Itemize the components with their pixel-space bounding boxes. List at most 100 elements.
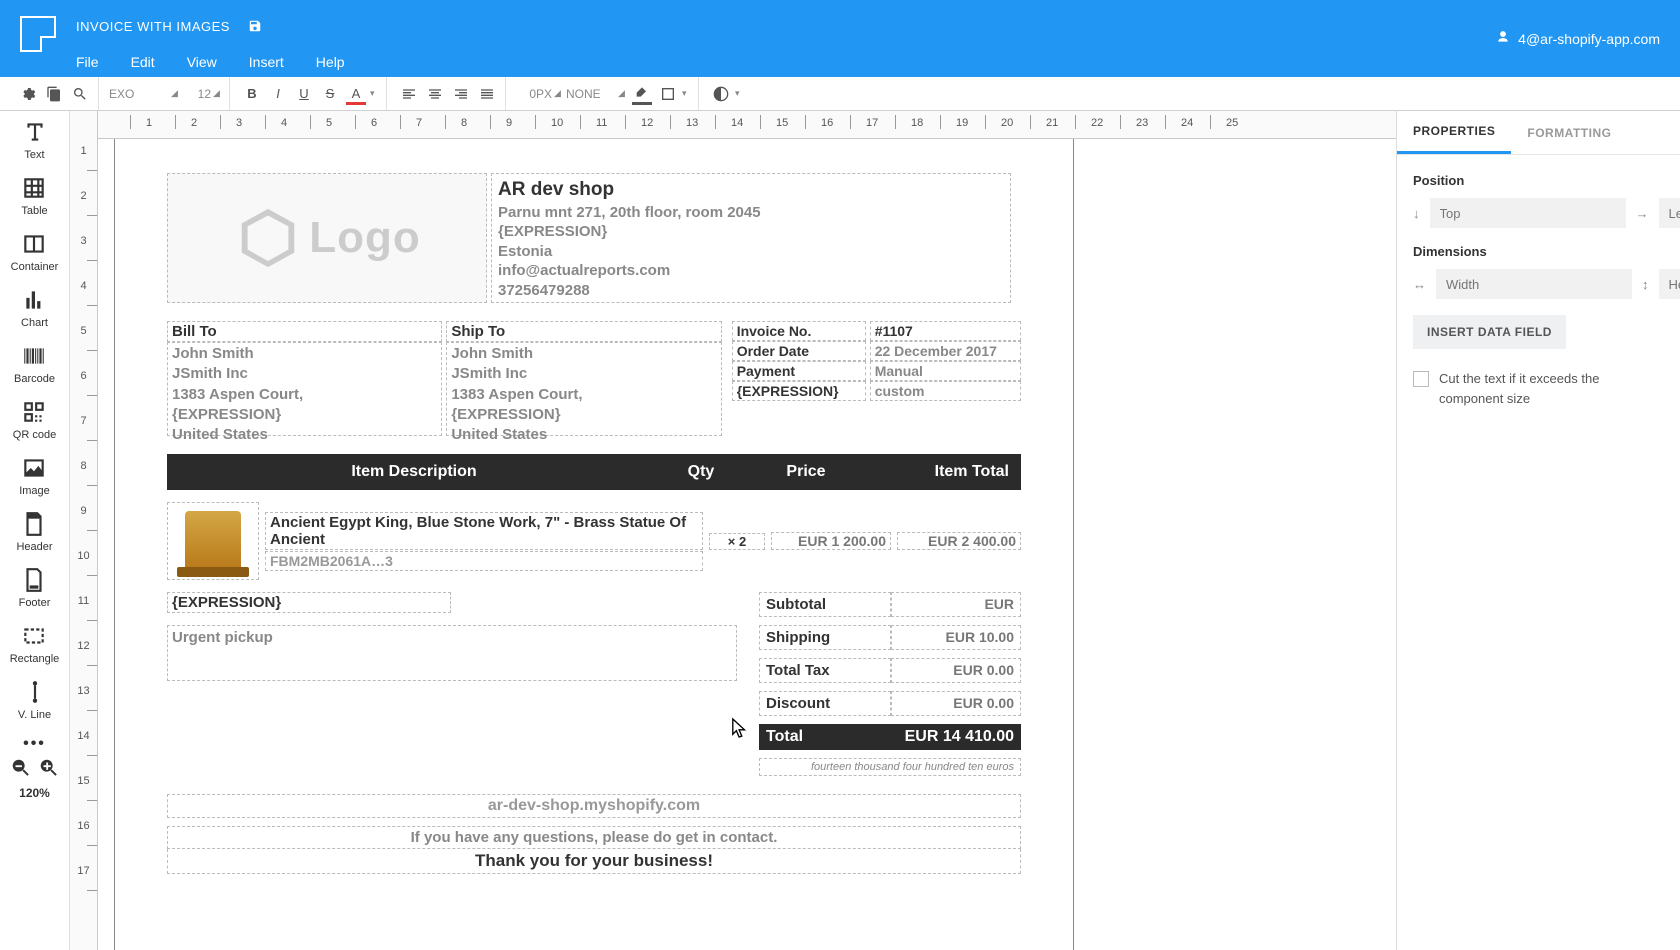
preview-icon[interactable]: [68, 82, 92, 106]
format-toolbar: ◢ ◢ B I U S A ▾ ◢ ◢ ▾ ▾: [0, 77, 1680, 111]
caret-icon: ▾: [370, 88, 380, 99]
footer-question[interactable]: If you have any questions, please do get…: [167, 826, 1021, 849]
zoom-out-button[interactable]: [10, 757, 32, 782]
tool-container[interactable]: Container: [11, 231, 59, 273]
order-date-value[interactable]: 22 December 2017: [870, 341, 1021, 361]
invoice-no-value[interactable]: #1107: [870, 321, 1021, 341]
caret-icon: ◢: [554, 88, 564, 99]
bold-button[interactable]: B: [240, 82, 264, 106]
subtotal-row[interactable]: SubtotalEUR: [759, 592, 1021, 617]
font-family-input[interactable]: [109, 87, 169, 101]
shipping-row[interactable]: ShippingEUR 10.00: [759, 625, 1021, 650]
ship-to-label[interactable]: Ship To: [446, 321, 721, 342]
zoom-level: 120%: [19, 786, 50, 800]
item-qty[interactable]: × 2: [709, 533, 765, 550]
notes-box[interactable]: Urgent pickup: [167, 625, 737, 681]
tool-header[interactable]: Header: [16, 511, 52, 553]
item-image[interactable]: [167, 502, 259, 580]
dimensions-heading: Dimensions: [1413, 244, 1664, 259]
total-in-words[interactable]: fourteen thousand four hundred ten euros: [759, 758, 1021, 776]
bill-to-label[interactable]: Bill To: [167, 321, 442, 342]
discount-row[interactable]: DiscountEUR 0.00: [759, 691, 1021, 716]
border-style-input[interactable]: [566, 87, 616, 101]
menu-insert[interactable]: Insert: [249, 54, 284, 70]
height-input[interactable]: [1659, 269, 1680, 299]
item-row[interactable]: Ancient Egypt King, Blue Stone Work, 7" …: [167, 502, 1021, 580]
fill-color-button[interactable]: [630, 82, 654, 106]
caret-icon: ▾: [682, 88, 692, 99]
italic-button[interactable]: I: [266, 82, 290, 106]
document-page[interactable]: Logo AR dev shop Parnu mnt 271, 20th flo…: [114, 139, 1074, 950]
font-size-input[interactable]: [183, 87, 211, 101]
items-table-header[interactable]: Item Description Qty Price Item Total: [167, 454, 1021, 490]
top-input[interactable]: [1430, 198, 1626, 228]
logo-placeholder[interactable]: Logo: [167, 173, 487, 303]
expr-value[interactable]: custom: [870, 381, 1021, 401]
tool-chart[interactable]: Chart: [21, 287, 48, 329]
invoice-no-label[interactable]: Invoice No.: [732, 321, 866, 341]
copy-icon[interactable]: [42, 82, 66, 106]
bill-to-address[interactable]: John Smith JSmith Inc 1383 Aspen Court, …: [167, 342, 442, 436]
app-header: INVOICE WITH IMAGES File Edit View Inser…: [0, 0, 1680, 77]
item-price[interactable]: EUR 1 200.00: [771, 532, 891, 550]
app-logo-icon: [20, 16, 56, 52]
expr-label[interactable]: {EXPRESSION}: [732, 381, 866, 401]
arrow-right-icon: →: [1636, 206, 1649, 221]
grand-total-row[interactable]: TotalEUR 14 410.00: [759, 724, 1021, 750]
order-date-label[interactable]: Order Date: [732, 341, 866, 361]
item-total[interactable]: EUR 2 400.00: [897, 532, 1021, 550]
canvas-scroll[interactable]: Logo AR dev shop Parnu mnt 271, 20th flo…: [98, 139, 1396, 950]
tool-vline[interactable]: V. Line: [18, 679, 51, 721]
tool-table[interactable]: Table: [21, 175, 47, 217]
tool-text[interactable]: Text: [22, 119, 48, 161]
cut-text-label: Cut the text if it exceeds the component…: [1439, 369, 1664, 408]
menu-edit[interactable]: Edit: [131, 54, 155, 70]
menu-view[interactable]: View: [187, 54, 217, 70]
save-icon[interactable]: [248, 19, 262, 33]
payment-label[interactable]: Payment: [732, 361, 866, 381]
tab-properties[interactable]: PROPERTIES: [1397, 111, 1511, 154]
tool-footer[interactable]: Footer: [19, 567, 51, 609]
border-button[interactable]: [656, 82, 680, 106]
tab-formatting[interactable]: FORMATTING: [1511, 111, 1627, 154]
tax-row[interactable]: Total TaxEUR 0.00: [759, 658, 1021, 683]
main-menu: File Edit View Insert Help: [76, 44, 345, 80]
align-left-button[interactable]: [397, 82, 421, 106]
vertical-ruler: 1234567891011121314151617: [70, 111, 98, 950]
tool-barcode[interactable]: Barcode: [14, 343, 55, 385]
insert-data-field-button[interactable]: INSERT DATA FIELD: [1413, 315, 1566, 349]
tool-image[interactable]: Image: [19, 455, 50, 497]
border-width-input[interactable]: [516, 87, 552, 101]
tool-palette: Text Table Container Chart Barcode QR co…: [0, 111, 70, 950]
arrow-down-icon: ↓: [1413, 206, 1420, 221]
menu-file[interactable]: File: [76, 54, 99, 70]
footer-site[interactable]: ar-dev-shop.myshopify.com: [167, 794, 1021, 818]
cut-text-checkbox[interactable]: [1413, 371, 1429, 387]
horizontal-ruler: 1234567891011121314151617181920212223242…: [98, 111, 1396, 139]
align-center-button[interactable]: [423, 82, 447, 106]
align-right-button[interactable]: [449, 82, 473, 106]
tool-rectangle[interactable]: Rectangle: [10, 623, 60, 665]
font-color-button[interactable]: A: [344, 82, 368, 106]
footer-thanks[interactable]: Thank you for your business!: [167, 849, 1021, 874]
ship-to-address[interactable]: John Smith JSmith Inc 1383 Aspen Court, …: [446, 342, 721, 436]
width-input[interactable]: [1436, 269, 1632, 299]
notes-label[interactable]: {EXPRESSION}: [167, 592, 451, 613]
logo-text: Logo: [309, 213, 421, 263]
item-name[interactable]: Ancient Egypt King, Blue Stone Work, 7" …: [265, 512, 703, 550]
left-input[interactable]: [1659, 198, 1680, 228]
user-email[interactable]: 4@ar-shopify-app.com: [1518, 31, 1660, 47]
opacity-button[interactable]: [709, 82, 733, 106]
item-sku[interactable]: FBM2MB2061A…3: [265, 551, 703, 571]
zoom-in-button[interactable]: [38, 757, 60, 782]
underline-button[interactable]: U: [292, 82, 316, 106]
strike-button[interactable]: S: [318, 82, 342, 106]
caret-icon: ◢: [213, 88, 223, 99]
payment-value[interactable]: Manual: [870, 361, 1021, 381]
tool-qrcode[interactable]: QR code: [13, 399, 56, 441]
company-info[interactable]: AR dev shop Parnu mnt 271, 20th floor, r…: [491, 173, 1011, 303]
settings-icon[interactable]: [16, 82, 40, 106]
more-tools-icon[interactable]: •••: [23, 735, 46, 753]
menu-help[interactable]: Help: [316, 54, 345, 70]
align-justify-button[interactable]: [475, 82, 499, 106]
